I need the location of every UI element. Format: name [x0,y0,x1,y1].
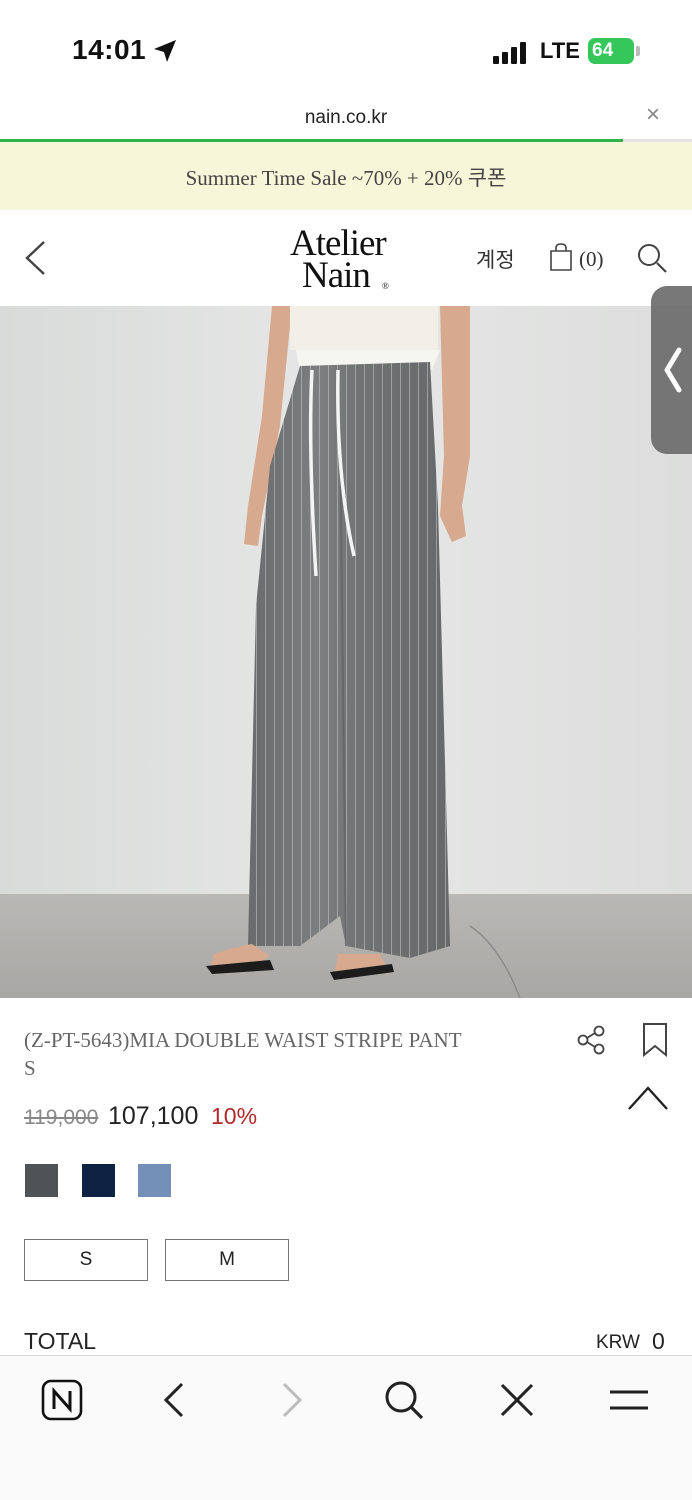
promo-banner-text[interactable]: Summer Time Sale ~70% + 20% 쿠폰 [0,162,692,192]
back-icon[interactable] [154,1378,198,1422]
total-label: TOTAL [24,1328,96,1354]
battery-indicator: 64 [588,38,634,64]
site-logo[interactable]: Atelier Nain ® [290,225,410,296]
total-currency: KRW [596,1332,640,1353]
original-price: 119,000 [24,1106,99,1129]
product-name-line-1: (Z-PT-5643)MIA DOUBLE WAIST STRIPE PANT [24,1028,462,1052]
bookmark-icon[interactable] [640,1022,670,1058]
shopping-bag-icon [550,243,572,271]
sale-price: 107,100 [108,1102,199,1130]
total-value: 0 [652,1328,665,1354]
close-icon[interactable]: × [646,101,660,129]
close-icon[interactable] [495,1378,539,1422]
product-photo [0,306,692,998]
logo-registered-mark: ® [382,281,389,291]
status-time: 14:01 [72,34,147,65]
chevron-left-icon [664,347,682,393]
location-arrow-icon [154,40,176,62]
account-link[interactable]: 계정 [476,244,515,274]
promo-banner[interactable]: Summer Time Sale ~70% + 20% 쿠폰 [0,142,692,210]
menu-icon[interactable] [607,1378,651,1422]
url-bar[interactable]: nain.co.kr × [0,95,692,139]
color-swatch-blue[interactable] [138,1164,171,1197]
back-chevron-icon[interactable] [22,240,48,276]
forward-icon[interactable] [268,1378,312,1422]
logo-line-2: Nain [302,255,371,296]
battery-cap [636,46,640,56]
browser-toolbar [0,1355,692,1500]
cart-count: (0) [579,247,604,271]
color-swatch-charcoal[interactable] [25,1164,58,1197]
color-swatch-navy[interactable] [82,1164,115,1197]
discount-rate: 10% [211,1103,258,1129]
cellular-signal-icon [493,40,529,64]
share-icon[interactable] [575,1024,607,1056]
product-name-line-2: S [24,1056,36,1080]
size-option-m[interactable]: M [165,1239,289,1281]
status-bar: 14:01 LTE 64 [0,0,692,95]
battery-level: 64 [592,40,614,61]
naver-home-icon[interactable] [40,1378,84,1422]
size-option-s[interactable]: S [24,1239,148,1281]
search-icon[interactable] [636,242,668,274]
product-image[interactable] [0,306,692,998]
side-panel-toggle[interactable] [651,286,692,454]
chevron-up-icon[interactable] [626,1082,670,1112]
product-name: (Z-PT-5643)MIA DOUBLE WAIST STRIPE PANT … [24,1026,544,1082]
search-icon[interactable] [382,1378,426,1422]
url-text[interactable]: nain.co.kr [0,107,692,129]
site-header: Atelier Nain ® 계정 (0) [0,210,692,306]
network-type: LTE [540,38,580,63]
